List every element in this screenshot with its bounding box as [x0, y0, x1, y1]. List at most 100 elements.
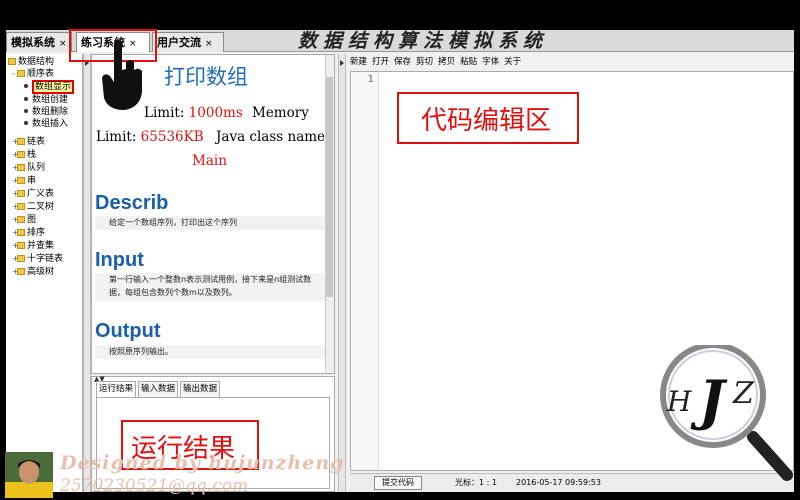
tab-input-data[interactable]: 输入数据 — [138, 381, 179, 397]
menu-copy[interactable]: 拷贝 — [438, 57, 455, 67]
right-splitter[interactable] — [338, 54, 346, 492]
tree-label: 广义表 — [27, 189, 55, 199]
bullet-icon — [24, 109, 28, 113]
tree-item[interactable]: + 图 — [12, 214, 36, 226]
banner-title: 数据结构算法模拟系统 — [298, 30, 549, 52]
menu-open[interactable]: 打开 — [372, 57, 389, 67]
left-splitter[interactable] — [83, 54, 91, 492]
folder-icon — [8, 58, 16, 65]
editor-toolbar: 新建 打开 保存 剪切 拷贝 粘贴 字体 关于 — [350, 55, 526, 69]
timestamp: 2016-05-17 09:59:53 — [516, 478, 601, 487]
input-heading: Input — [95, 249, 144, 271]
menu-save[interactable]: 保存 — [394, 57, 411, 67]
tree-item[interactable]: + 二叉树 — [12, 201, 54, 213]
tree-label: 十字链表 — [27, 254, 64, 264]
output-heading: Output — [95, 320, 161, 342]
problem-title: 打印数组 — [164, 65, 248, 89]
tree-label: 链表 — [27, 137, 46, 147]
tab-run-result[interactable]: 运行结果 — [96, 381, 137, 397]
folder-icon — [17, 138, 25, 145]
close-icon[interactable]: × — [59, 39, 67, 49]
memory-label: Memory — [252, 105, 309, 121]
close-icon[interactable]: × — [205, 39, 213, 49]
tree-item[interactable]: + 串 — [12, 175, 36, 187]
credit-line: Designed by hujunzheng — [60, 452, 345, 474]
tree-label: 并查集 — [27, 241, 55, 251]
tree-leaf-create[interactable]: 数组创建 — [24, 94, 68, 106]
credit-email: 2570230521@qq.com — [60, 476, 249, 496]
memory-limit: Limit: 65536KB — [96, 129, 204, 145]
input-text-line: 第一行输入一个整数n表示测试用例，接下来是n组测试数 — [109, 275, 312, 284]
tree-item-sequence[interactable]: - 顺序表 — [12, 68, 54, 80]
tree-label: 数组删除 — [32, 107, 69, 117]
tab-community[interactable]: 用户交流 × — [152, 32, 224, 52]
author-avatar — [5, 452, 53, 498]
tree-label: 串 — [27, 176, 37, 186]
folder-icon — [17, 177, 25, 184]
logo-letter: Z — [732, 376, 755, 411]
folder-icon — [17, 242, 25, 249]
input-text-line: 据，每组包含数列个数m以及数列。 — [109, 288, 237, 297]
menu-font[interactable]: 字体 — [482, 57, 499, 67]
bullet-icon — [24, 97, 28, 101]
logo-letter: H — [666, 385, 692, 418]
input-text: 第一行输入一个整数n表示测试用例，接下来是n组测试数 据，每组包含数列个数m以及数… — [95, 273, 325, 301]
bullet-icon — [24, 84, 28, 88]
hjz-logo-icon: H J Z — [660, 345, 793, 481]
tree-item[interactable]: + 广义表 — [12, 188, 54, 200]
cursor-position: 光标：1 : 1 — [455, 478, 497, 487]
tree-item[interactable]: + 高级树 — [12, 266, 54, 278]
callout-text: 代码编辑区 — [421, 106, 552, 136]
tree-label: 顺序表 — [27, 69, 55, 79]
folder-icon — [17, 70, 25, 77]
folder-icon — [17, 164, 25, 171]
tree-leaf-insert[interactable]: 数组插入 — [24, 118, 68, 130]
folder-icon — [17, 255, 25, 262]
video-frame: 模拟系统 × 练习系统 × 用户交流 × 数据结构算法模拟系统 数据结构 - 顺序表 数… — [0, 0, 800, 500]
tree-label: 栈 — [27, 150, 37, 160]
vertical-scrollbar[interactable] — [325, 55, 334, 373]
tree-item[interactable]: + 队列 — [12, 162, 45, 174]
structure-tree: 数据结构 - 顺序表 数组显示 数组创建 数组删除 数组插入 + 链表 + 栈 + 队列… — [6, 54, 83, 492]
tree-leaf-display[interactable]: 数组显示 — [24, 80, 75, 94]
tree-item[interactable]: + 十字链表 — [12, 253, 63, 265]
value: 65536KB — [140, 129, 204, 145]
menu-paste[interactable]: 粘贴 — [460, 57, 477, 67]
tree-item[interactable]: + 栈 — [12, 149, 36, 161]
pointer-hand-icon — [102, 40, 142, 110]
submit-code-button[interactable]: 提交代码 — [374, 476, 422, 490]
tree-leaf-delete[interactable]: 数组删除 — [24, 106, 68, 118]
tab-simulation[interactable]: 模拟系统 × — [6, 32, 72, 52]
tree-label: 数组插入 — [32, 119, 69, 129]
tree-label: 数组显示 — [32, 80, 75, 94]
tree-label: 高级树 — [27, 267, 55, 277]
time-limit: Limit: 1000ms — [144, 105, 243, 121]
folder-icon — [17, 190, 25, 197]
editor-area-callout: 代码编辑区 — [397, 92, 579, 144]
scroll-thumb[interactable] — [326, 77, 333, 297]
tree-label: 图 — [27, 215, 37, 225]
tree-item[interactable]: + 并查集 — [12, 240, 54, 252]
tab-output-data[interactable]: 输出数据 — [180, 381, 221, 397]
tree-label: 数组创建 — [32, 95, 69, 105]
tree-item[interactable]: + 排序 — [12, 227, 45, 239]
tab-label: 模拟系统 — [11, 36, 55, 49]
result-tabs: 运行结果 输入数据 输出数据 — [96, 381, 222, 397]
class-name-label: Java class name: — [216, 129, 330, 145]
describe-heading: Describ — [95, 192, 169, 214]
tree-label: 队列 — [27, 163, 46, 173]
folder-icon — [17, 151, 25, 158]
describe-text: 给定一个数组序列，打印出这个序列 — [95, 216, 325, 230]
label: Limit: — [144, 105, 185, 121]
menu-cut[interactable]: 剪切 — [416, 57, 433, 67]
menu-about[interactable]: 关于 — [504, 57, 521, 67]
tree-item[interactable]: + 链表 — [12, 136, 45, 148]
output-text: 按照原序列输出。 — [95, 345, 325, 359]
tree-root[interactable]: 数据结构 — [8, 56, 54, 68]
label: Limit: — [96, 129, 137, 145]
menu-new[interactable]: 新建 — [350, 57, 367, 67]
folder-icon — [17, 216, 25, 223]
tree-label: 数据结构 — [18, 57, 55, 67]
tab-label: 用户交流 — [157, 36, 201, 49]
value: 1000ms — [188, 105, 243, 121]
